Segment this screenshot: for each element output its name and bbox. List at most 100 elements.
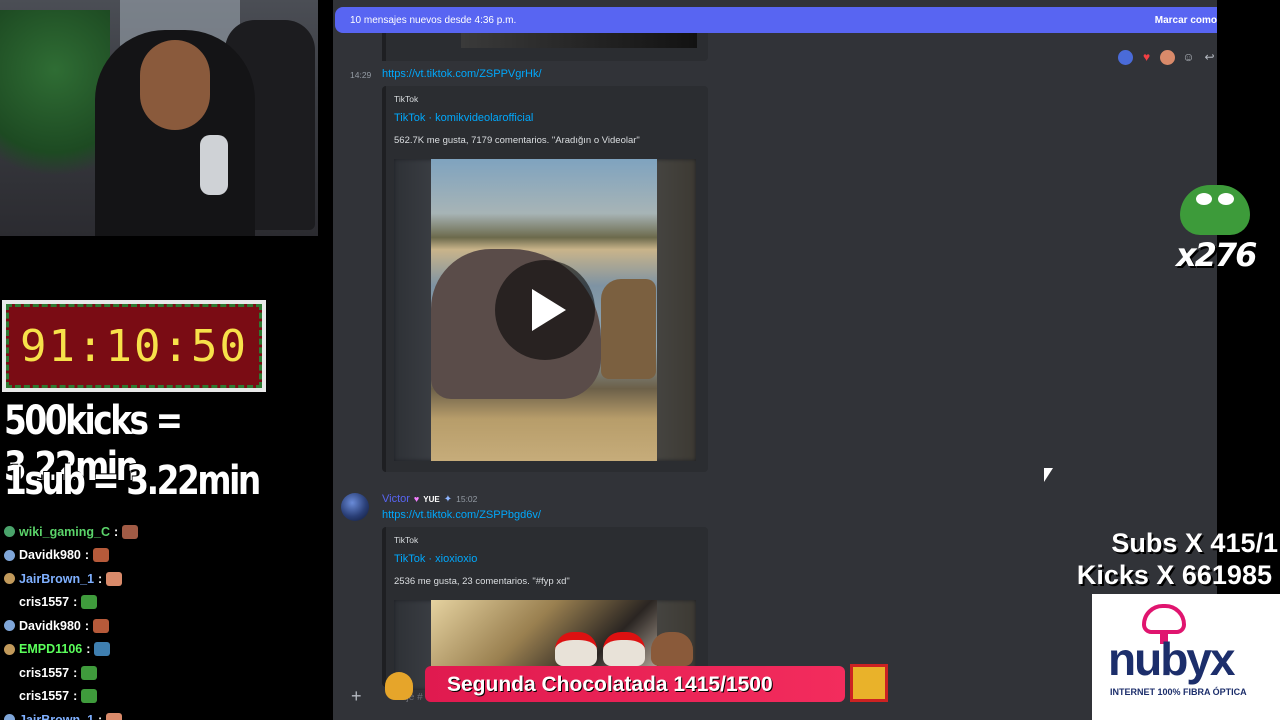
- emote-icon: [81, 689, 98, 704]
- chat-username[interactable]: cris1557: [19, 595, 69, 609]
- reaction-emoji[interactable]: [1160, 50, 1175, 65]
- message-reactions: ♥ ☺ ↩: [1118, 50, 1217, 65]
- badge-icon: [4, 691, 15, 702]
- add-reaction-icon[interactable]: ☺: [1181, 50, 1196, 65]
- chat-message: cris1557:: [0, 661, 200, 685]
- chat-separator: :: [73, 595, 78, 610]
- stream-chat: wiki_gaming_C: Davidk980: JairBrown_1: cris…: [0, 520, 200, 720]
- message-timestamp: 14:29: [350, 70, 372, 80]
- chat-separator: :: [73, 665, 78, 680]
- chocolatada-goal-text: Segunda Chocolatada 1415/1500: [447, 673, 773, 696]
- chat-message: wiki_gaming_C:: [0, 520, 200, 544]
- hyena-shape: [601, 279, 656, 379]
- new-messages-bar[interactable]: 10 mensajes nuevos desde 4:36 p.m. Marca…: [335, 7, 1217, 33]
- sponsor-tagline: INTERNET 100% FIBRA ÓPTICA: [1110, 687, 1247, 697]
- mark-as-read-button[interactable]: Marcar como: [1155, 15, 1217, 26]
- timer-value: 91:10:50: [20, 320, 248, 372]
- embed-provider: TikTok: [394, 94, 419, 104]
- chat-username[interactable]: cris1557: [19, 689, 69, 703]
- emote-icon: [93, 548, 110, 563]
- chat-message: JairBrown_1:: [0, 708, 200, 720]
- previous-embed: [382, 33, 708, 61]
- message-link[interactable]: https://vt.tiktok.com/ZSPPVgrHk/: [382, 68, 542, 80]
- badge-icon: [4, 667, 15, 678]
- play-icon: [532, 289, 566, 331]
- subs-goal: Subs X 415/1: [1111, 528, 1278, 558]
- chat-message: EMPD1106:: [0, 638, 200, 662]
- chat-separator: :: [98, 712, 103, 720]
- santa-icon: [603, 632, 645, 666]
- embed-title[interactable]: TikTok · xioxioxio: [394, 553, 477, 565]
- embed-provider: TikTok: [394, 535, 419, 545]
- emote-combo-count: x276: [1176, 236, 1257, 274]
- badge-icon: [4, 643, 15, 655]
- badge-icon: [4, 549, 15, 561]
- heart-icon[interactable]: ♥: [1139, 50, 1154, 65]
- chat-message: Davidk980:: [0, 614, 200, 638]
- embed-description: 562.7K me gusta, 7179 comentarios. "Arad…: [394, 135, 640, 146]
- chat-separator: :: [84, 618, 90, 633]
- kicks-goal: Kicks X 661985: [1076, 560, 1272, 590]
- chat-separator: :: [86, 642, 91, 657]
- badge-icon: [4, 714, 15, 720]
- badge-icon: [4, 526, 15, 538]
- chat-username[interactable]: Davidk980: [19, 548, 81, 562]
- chat-separator: :: [98, 571, 103, 586]
- new-messages-text: 10 mensajes nuevos desde 4:36 p.m.: [350, 14, 517, 26]
- microphone: [200, 135, 228, 195]
- chat-separator: :: [73, 689, 78, 704]
- avatar[interactable]: [341, 493, 369, 521]
- chat-username[interactable]: EMPD1106: [19, 642, 82, 656]
- emote-icon: [106, 571, 123, 586]
- reply-icon[interactable]: ↩: [1202, 50, 1217, 65]
- add-attachment-button[interactable]: +: [351, 686, 362, 707]
- chat-username[interactable]: JairBrown_1: [19, 572, 94, 586]
- badge-icon: [4, 597, 15, 608]
- chat-username[interactable]: JairBrown_1: [19, 713, 94, 720]
- christmas-tree: [0, 10, 110, 210]
- emote-icon: [81, 595, 98, 610]
- chat-message: cris1557:: [0, 591, 200, 615]
- mouse-cursor: [1044, 468, 1053, 482]
- author-name[interactable]: Victor: [382, 493, 410, 505]
- message-header: Victor ♥ YUE ✦ 15:02: [382, 493, 477, 505]
- heart-icon: ♥: [413, 494, 420, 504]
- emote-icon: [94, 642, 111, 657]
- emote-icon: [93, 618, 110, 633]
- chat-separator: :: [114, 524, 119, 539]
- reaction-emoji[interactable]: [1118, 50, 1133, 65]
- badge-icon: [4, 573, 15, 585]
- chat-message: JairBrown_1:: [0, 567, 200, 591]
- chat-username[interactable]: Davidk980: [19, 619, 81, 633]
- cloud-icon: [1142, 604, 1186, 644]
- bell-icon: [385, 672, 413, 700]
- message-link[interactable]: https://vt.tiktok.com/ZSPPbgd6v/: [382, 509, 541, 521]
- chat-message: Davidk980:: [0, 544, 200, 568]
- play-button[interactable]: [495, 260, 595, 360]
- sponsor-name: nubyx: [1108, 633, 1235, 685]
- chat-message: cris1557:: [0, 685, 200, 709]
- badge-icon: [4, 620, 15, 632]
- embed-description: 2536 me gusta, 23 comentarios. "#fyp xd": [394, 576, 570, 587]
- embed-title[interactable]: TikTok · komikvideolarofficial: [394, 112, 533, 124]
- reindeer-icon: [651, 632, 693, 666]
- discord-channel: 10 mensajes nuevos desde 4:36 p.m. Marca…: [333, 0, 1217, 720]
- chat-username[interactable]: wiki_gaming_C: [19, 525, 110, 539]
- chat-separator: :: [84, 548, 90, 563]
- badge-icon: ✦: [443, 493, 453, 505]
- santa-icon: [555, 632, 597, 666]
- sub-rate: 1sub = 3.22min: [4, 458, 261, 504]
- emote-icon: [106, 712, 123, 720]
- previous-embed-thumbnail: [461, 33, 697, 48]
- sponsor-logo: nubyx INTERNET 100% FIBRA ÓPTICA: [1092, 594, 1280, 720]
- subathon-timer: 91:10:50: [2, 300, 266, 392]
- chat-username[interactable]: cris1557: [19, 666, 69, 680]
- role-tag: YUE: [423, 494, 440, 504]
- emote-icon: [81, 665, 98, 680]
- pepe-emote-icon: [1180, 185, 1250, 235]
- tiktok-embed: TikTok TikTok · komikvideolarofficial 56…: [382, 86, 708, 472]
- stream-left-panel: 91:10:50 500kicks = 3.22min 1sub = 3.22m…: [0, 0, 330, 720]
- santa-decoration: [555, 632, 693, 666]
- embed-video[interactable]: [394, 159, 696, 461]
- streamer-face: [140, 40, 210, 130]
